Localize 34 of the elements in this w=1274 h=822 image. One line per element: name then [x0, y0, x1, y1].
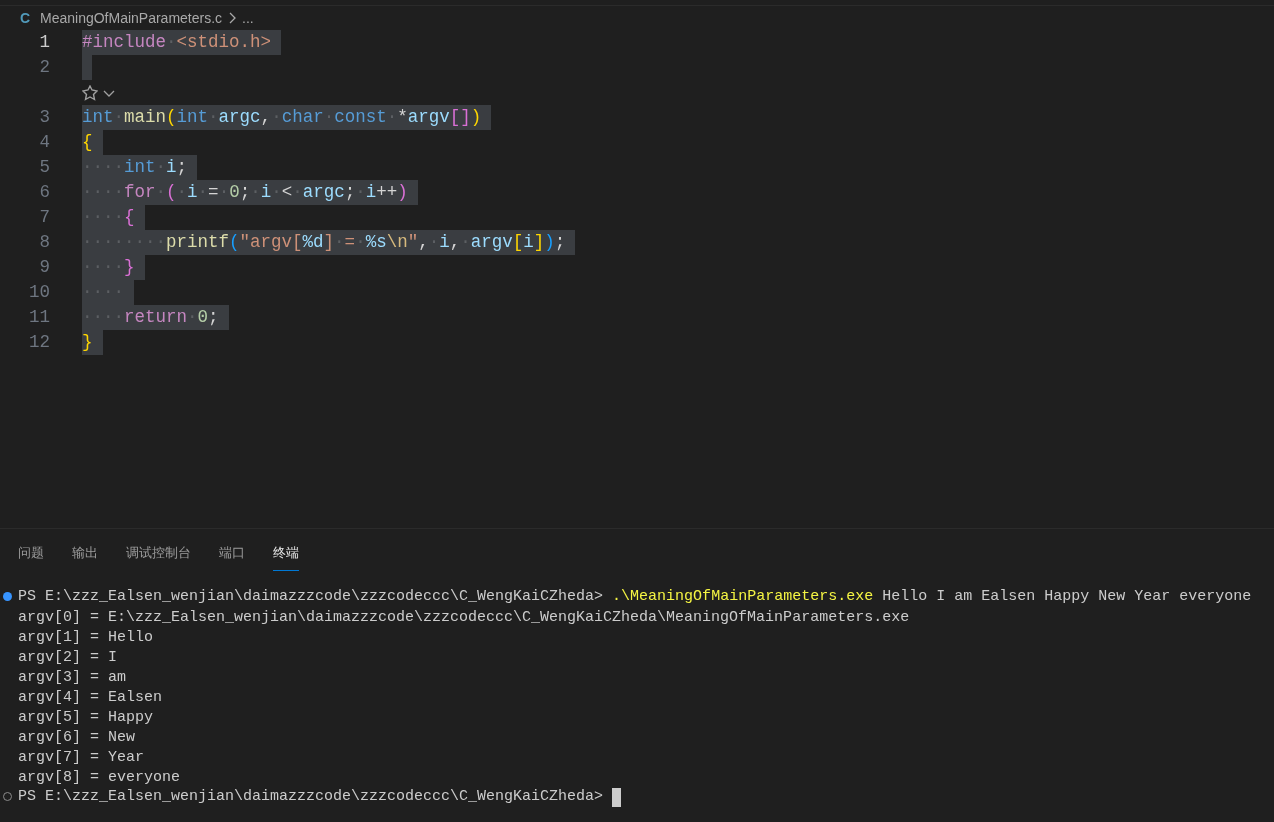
output-line: argv[6] = New [17, 728, 137, 747]
line-number: 8 [38, 231, 50, 255]
output-line: argv[0] = E:\zzz_Ealsen_wenjian\daimazzzcode\zzzcodeccc\C_WengKaiCZheda\MeaningOfMainParameters.exe [17, 608, 911, 627]
prompt: PS E:\zzz_Ealsen_wenjian\daimazzzcode\zzzcodeccc\C_WengKaiCZheda> [18, 586, 604, 607]
line-number: 2 [38, 56, 50, 80]
prompt: PS E:\zzz_Ealsen_wenjian\daimazzzcode\zzzcodeccc\C_WengKaiCZheda> [18, 786, 604, 807]
line-number: 10 [28, 281, 50, 305]
panel-tab[interactable]: 问题 [18, 542, 44, 571]
line-number: 9 [38, 256, 50, 280]
line-number: 11 [28, 306, 50, 330]
line-number: 3 [38, 106, 50, 130]
output-line: argv[2] = I [17, 648, 119, 667]
command-arguments: Hello I am Ealsen Happy New Year everyone [882, 586, 1252, 607]
panel-tab[interactable]: 输出 [72, 542, 98, 571]
line-number: 12 [28, 331, 50, 355]
panel-tab[interactable]: 端口 [219, 542, 245, 571]
breadcrumb-item[interactable]: ... [242, 7, 254, 29]
line-number: 6 [38, 181, 50, 205]
output-line: argv[7] = Year [17, 748, 146, 767]
line-number: 5 [38, 156, 50, 180]
breadcrumb-item[interactable]: MeaningOfMainParameters.c [40, 7, 223, 29]
output-line: argv[1] = Hello [17, 628, 155, 647]
output-line: argv[3] = am [17, 668, 128, 687]
line-number: 1 [38, 31, 50, 55]
output-line: argv[8] = everyone [17, 768, 182, 787]
panel-tab[interactable]: 调试控制台 [126, 542, 191, 571]
output-line: argv[4] = Ealsen [17, 688, 164, 707]
output-line: argv[5] = Happy [17, 708, 155, 727]
line-number: 4 [38, 131, 50, 155]
command: .\MeaningOfMainParameters.exe [612, 586, 874, 607]
line-number: 7 [38, 206, 50, 230]
file-type-icon: C [20, 7, 34, 29]
panel-tab[interactable]: 终端 [273, 542, 299, 571]
chevron-right-icon [228, 12, 237, 24]
